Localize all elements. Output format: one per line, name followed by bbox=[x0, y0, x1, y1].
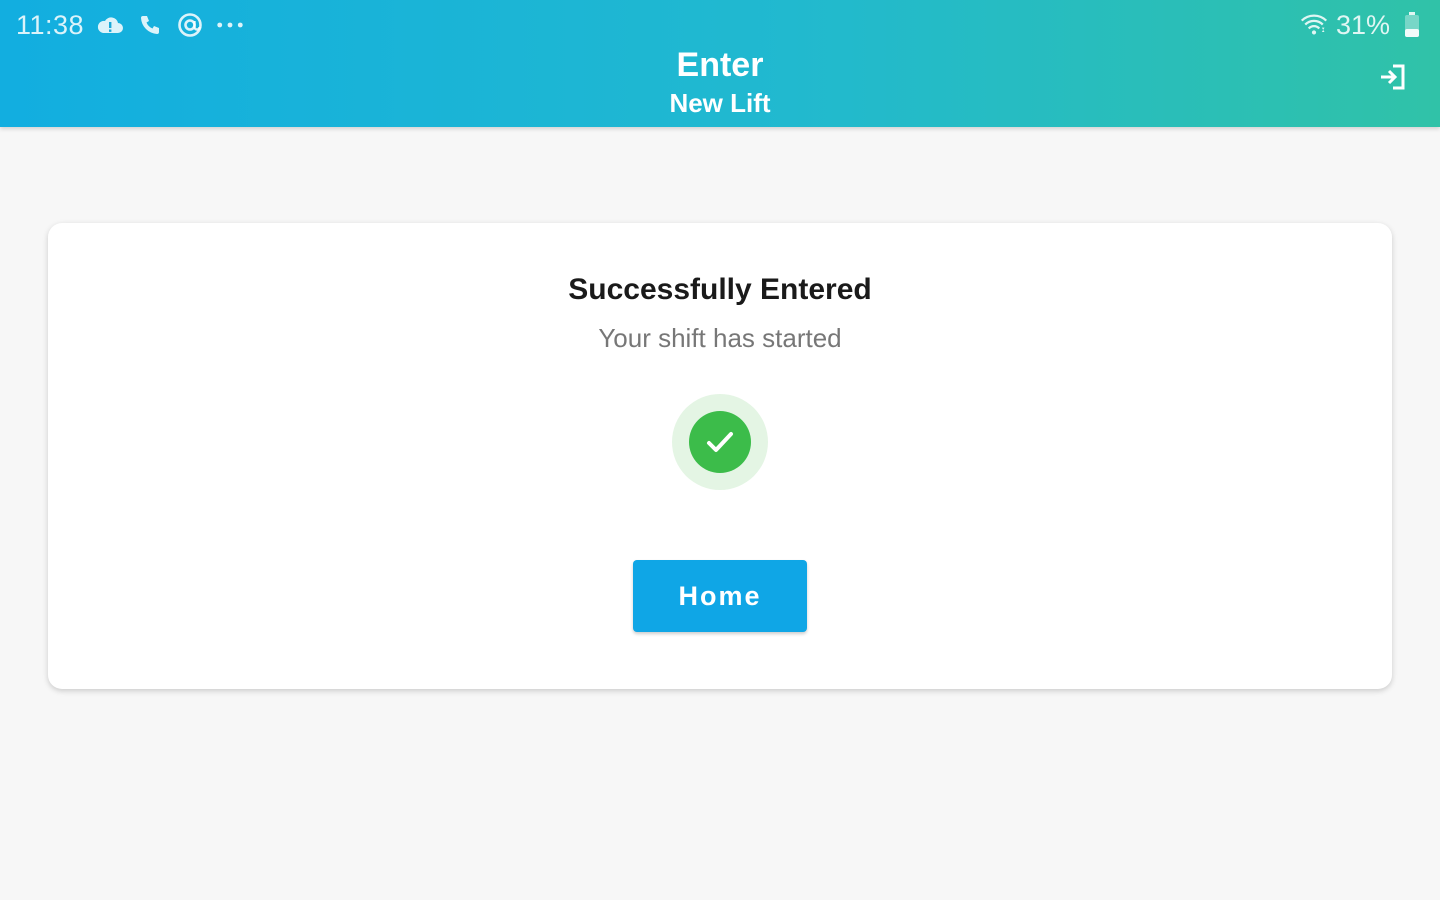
status-bar-left: 11:38 bbox=[16, 8, 244, 42]
logout-button[interactable] bbox=[1376, 62, 1410, 96]
logout-icon bbox=[1378, 62, 1408, 97]
cloud-alert-icon bbox=[96, 11, 124, 39]
battery-icon bbox=[1398, 11, 1426, 39]
app-bar: 11:38 31% Enter New Lift bbox=[0, 0, 1440, 127]
success-status bbox=[672, 394, 768, 490]
status-time: 11:38 bbox=[16, 9, 85, 40]
check-circle-icon bbox=[689, 411, 751, 473]
page-title: Enter bbox=[676, 46, 764, 84]
success-message: Your shift has started bbox=[598, 323, 842, 353]
success-title: Successfully Entered bbox=[568, 273, 872, 306]
at-sign-icon bbox=[176, 11, 204, 39]
status-bar-right: 31% bbox=[1300, 8, 1426, 42]
success-card: Successfully Entered Your shift has star… bbox=[48, 223, 1392, 689]
app-bar-title-block: Enter New Lift bbox=[0, 44, 1440, 120]
page-subtitle: New Lift bbox=[669, 88, 771, 118]
battery-percent: 31% bbox=[1335, 9, 1390, 40]
wifi-icon bbox=[1300, 11, 1328, 39]
more-dots-icon bbox=[216, 11, 244, 39]
phone-icon bbox=[136, 11, 164, 39]
home-button[interactable]: Home bbox=[633, 560, 807, 632]
